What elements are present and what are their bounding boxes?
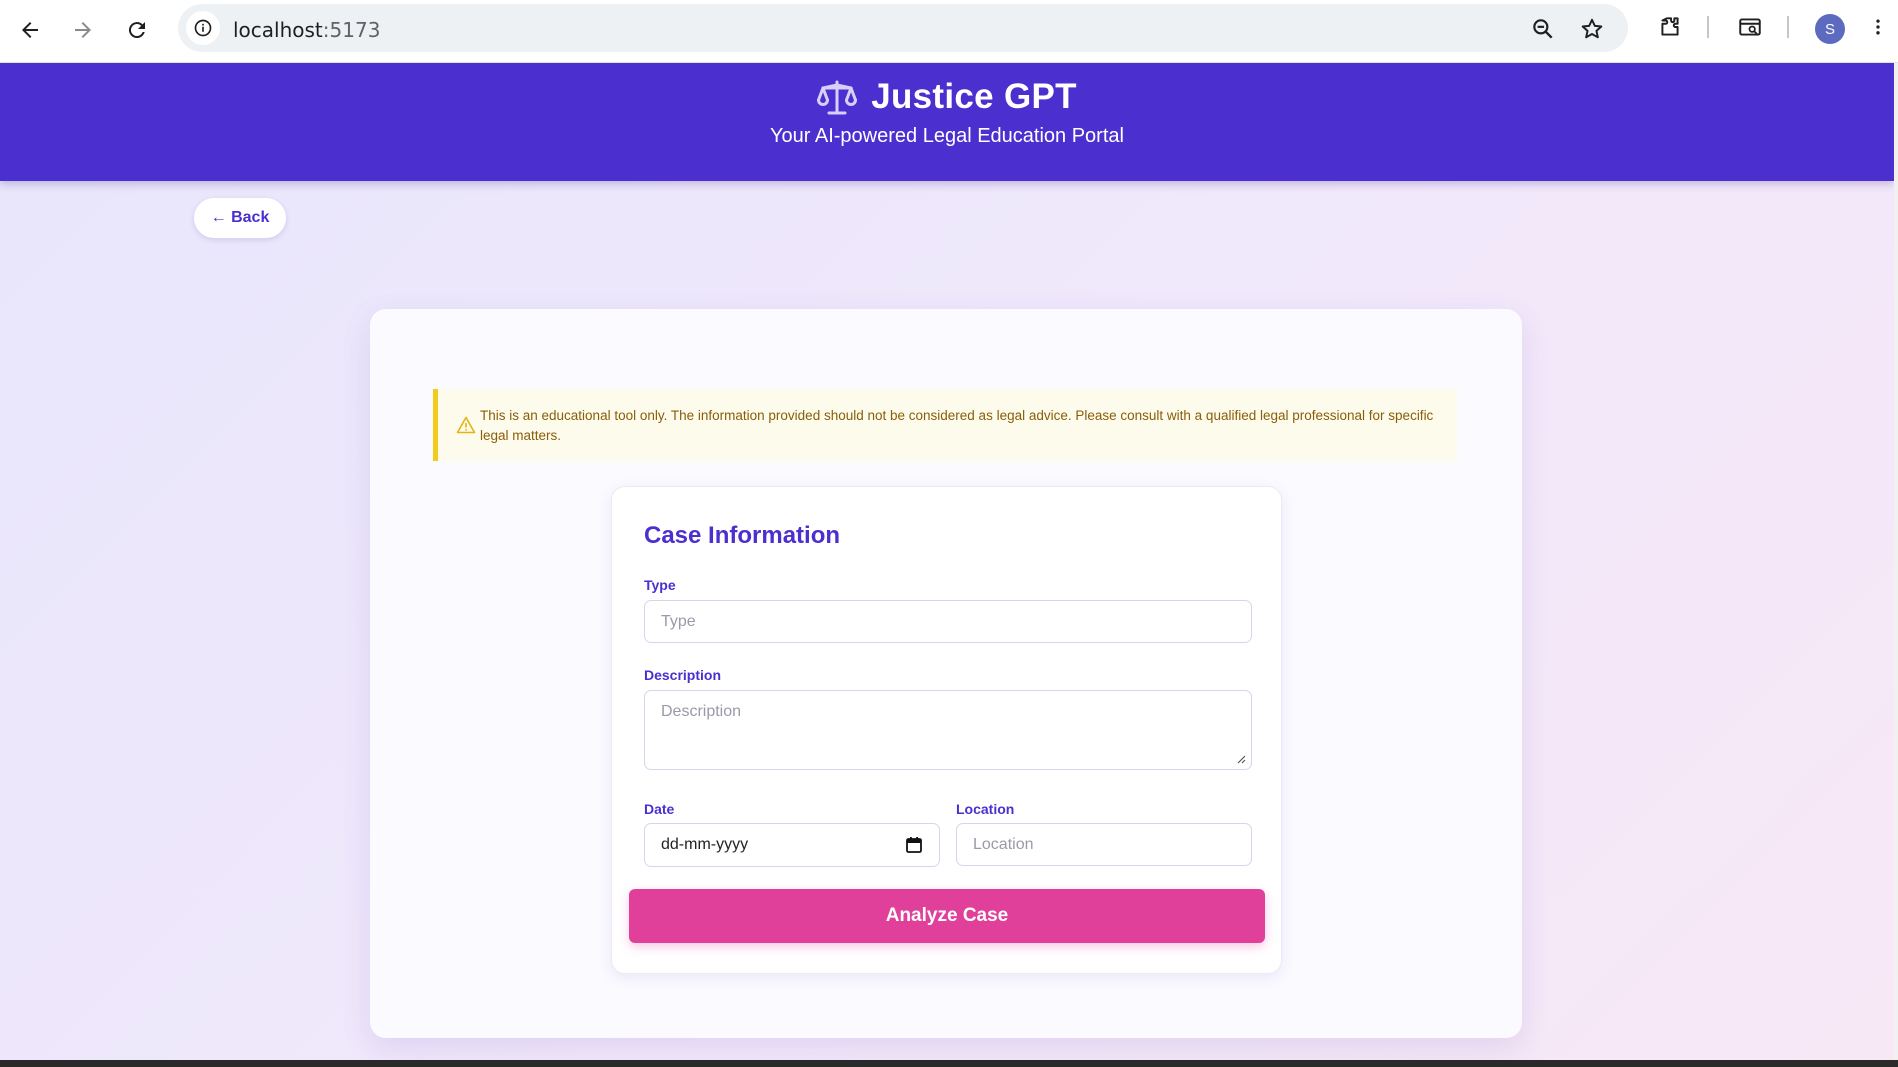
type-input[interactable] <box>644 600 1252 643</box>
app-tagline: Your AI-powered Legal Education Portal <box>770 125 1124 147</box>
type-label: Type <box>644 577 676 593</box>
calendar-icon[interactable] <box>905 836 923 854</box>
more-menu-icon[interactable] <box>1868 12 1888 42</box>
case-form: Case Information Type Description Date d… <box>611 486 1282 974</box>
taskbar-edge <box>0 1060 1898 1067</box>
url-host: localhost <box>233 18 323 42</box>
resize-grip-icon[interactable] <box>1236 754 1246 764</box>
location-input[interactable] <box>956 823 1252 866</box>
browser-toolbar: localhost:5173 S <box>0 0 1898 63</box>
address-bar[interactable]: localhost:5173 <box>178 4 1628 52</box>
zoom-icon[interactable] <box>1530 16 1556 42</box>
form-title: Case Information <box>644 522 841 549</box>
scales-of-justice-icon <box>817 79 858 115</box>
reload-icon[interactable] <box>119 12 155 48</box>
profile-avatar[interactable]: S <box>1815 14 1845 44</box>
tab-search-icon[interactable] <box>1735 12 1765 42</box>
disclaimer-banner: This is an educational tool only. The in… <box>433 389 1457 461</box>
main-card: This is an educational tool only. The in… <box>370 309 1522 1038</box>
url-port: :5173 <box>322 18 381 42</box>
back-arrow-icon[interactable] <box>12 12 48 48</box>
date-value: dd-mm-yyyy <box>661 836 749 853</box>
url-text[interactable]: localhost:5173 <box>233 18 380 42</box>
app-page: Justice GPT Your AI-powered Legal Educat… <box>0 63 1894 1060</box>
disclaimer-text: This is an educational tool only. The in… <box>480 408 1434 443</box>
description-label: Description <box>644 667 722 683</box>
location-label: Location <box>956 801 1015 817</box>
scrollbar-track[interactable] <box>1894 63 1898 1060</box>
description-textarea[interactable] <box>644 690 1252 770</box>
brand: Justice GPT <box>0 77 1894 117</box>
analyze-case-button[interactable]: Analyze Case <box>629 889 1265 943</box>
bookmark-star-icon[interactable] <box>1579 16 1605 42</box>
site-info-icon[interactable] <box>186 11 220 45</box>
date-label: Date <box>644 801 675 817</box>
toolbar-separator <box>1787 16 1789 38</box>
warning-triangle-icon <box>456 415 476 435</box>
extensions-icon[interactable] <box>1655 12 1685 42</box>
date-input[interactable]: dd-mm-yyyy <box>644 823 940 867</box>
toolbar-separator <box>1707 16 1709 38</box>
back-button[interactable]: ← Back <box>194 198 286 238</box>
app-title: Justice GPT <box>871 77 1077 116</box>
app-header: Justice GPT Your AI-powered Legal Educat… <box>0 63 1894 181</box>
forward-arrow-icon[interactable] <box>65 12 101 48</box>
